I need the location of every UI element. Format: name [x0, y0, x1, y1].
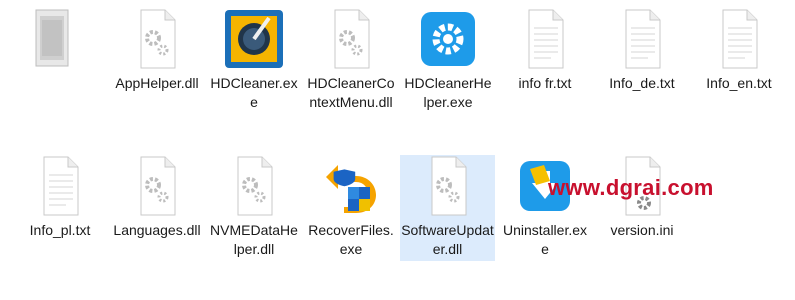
text-file-icon	[625, 9, 661, 69]
file-item-hdcleanerhelper[interactable]: HDCleanerHelper.exe	[403, 8, 493, 112]
dll-gear-icon	[140, 156, 176, 216]
file-name: Info_de.txt	[609, 75, 675, 91]
file-name: Languages.dll	[113, 222, 201, 238]
file-name: RecoverFiles.exe	[308, 222, 394, 257]
file-item-info-pl[interactable]: Info_pl.txt	[15, 155, 105, 240]
text-file-icon	[528, 9, 564, 69]
recover-app-icon	[326, 165, 376, 213]
dll-gear-icon	[140, 9, 176, 69]
dll-gear-icon	[237, 156, 273, 216]
generic-file-icon	[35, 9, 69, 67]
file-name: Info_en.txt	[706, 75, 772, 91]
dll-gear-icon	[334, 9, 370, 69]
file-name: version.ini	[610, 222, 674, 238]
hdcleaner-app-icon	[225, 10, 283, 68]
file-item-apphelper[interactable]: AppHelper.dll	[112, 8, 202, 93]
file-name: AppHelper.dll	[115, 75, 199, 91]
file-name: NVMEDataHelper.dll	[210, 222, 298, 257]
file-name: info fr.txt	[518, 75, 572, 91]
file-name: Info_pl.txt	[29, 222, 91, 238]
file-item-nvmedatahelper[interactable]: NVMEDataHelper.dll	[209, 155, 299, 259]
file-item-hdcleaner[interactable]: HDCleaner.exe	[209, 8, 299, 112]
blue-gear-app-icon	[421, 12, 475, 66]
file-item-hdcleanercontextmenu[interactable]: HDCleanerContextMenu.dll	[306, 8, 396, 112]
file-item-info-de[interactable]: Info_de.txt	[597, 8, 687, 93]
file-item-info-fr[interactable]: info fr.txt	[500, 8, 590, 93]
dll-gear-icon	[431, 156, 466, 216]
file-item-softwareupdater[interactable]: SoftwareUpdater.dll	[400, 155, 495, 261]
text-file-icon	[43, 156, 79, 216]
file-name: HDCleaner.exe	[210, 75, 298, 110]
file-name: SoftwareUpdater.dll	[401, 222, 494, 257]
file-item-languages[interactable]: Languages.dll	[112, 155, 202, 240]
watermark-text: www.dgrai.com	[548, 175, 714, 200]
file-item-uninstaller[interactable]: Uninstaller.exe	[500, 155, 590, 259]
file-name: HDCleanerContextMenu.dll	[307, 75, 395, 110]
text-file-icon	[722, 9, 758, 69]
file-item-recoverfiles[interactable]: RecoverFiles.exe	[306, 155, 396, 259]
file-name: Uninstaller.exe	[502, 222, 588, 257]
file-name: HDCleanerHelper.exe	[404, 75, 492, 110]
file-item-info-en[interactable]: Info_en.txt	[694, 8, 784, 93]
file-item-0[interactable]	[16, 8, 88, 70]
